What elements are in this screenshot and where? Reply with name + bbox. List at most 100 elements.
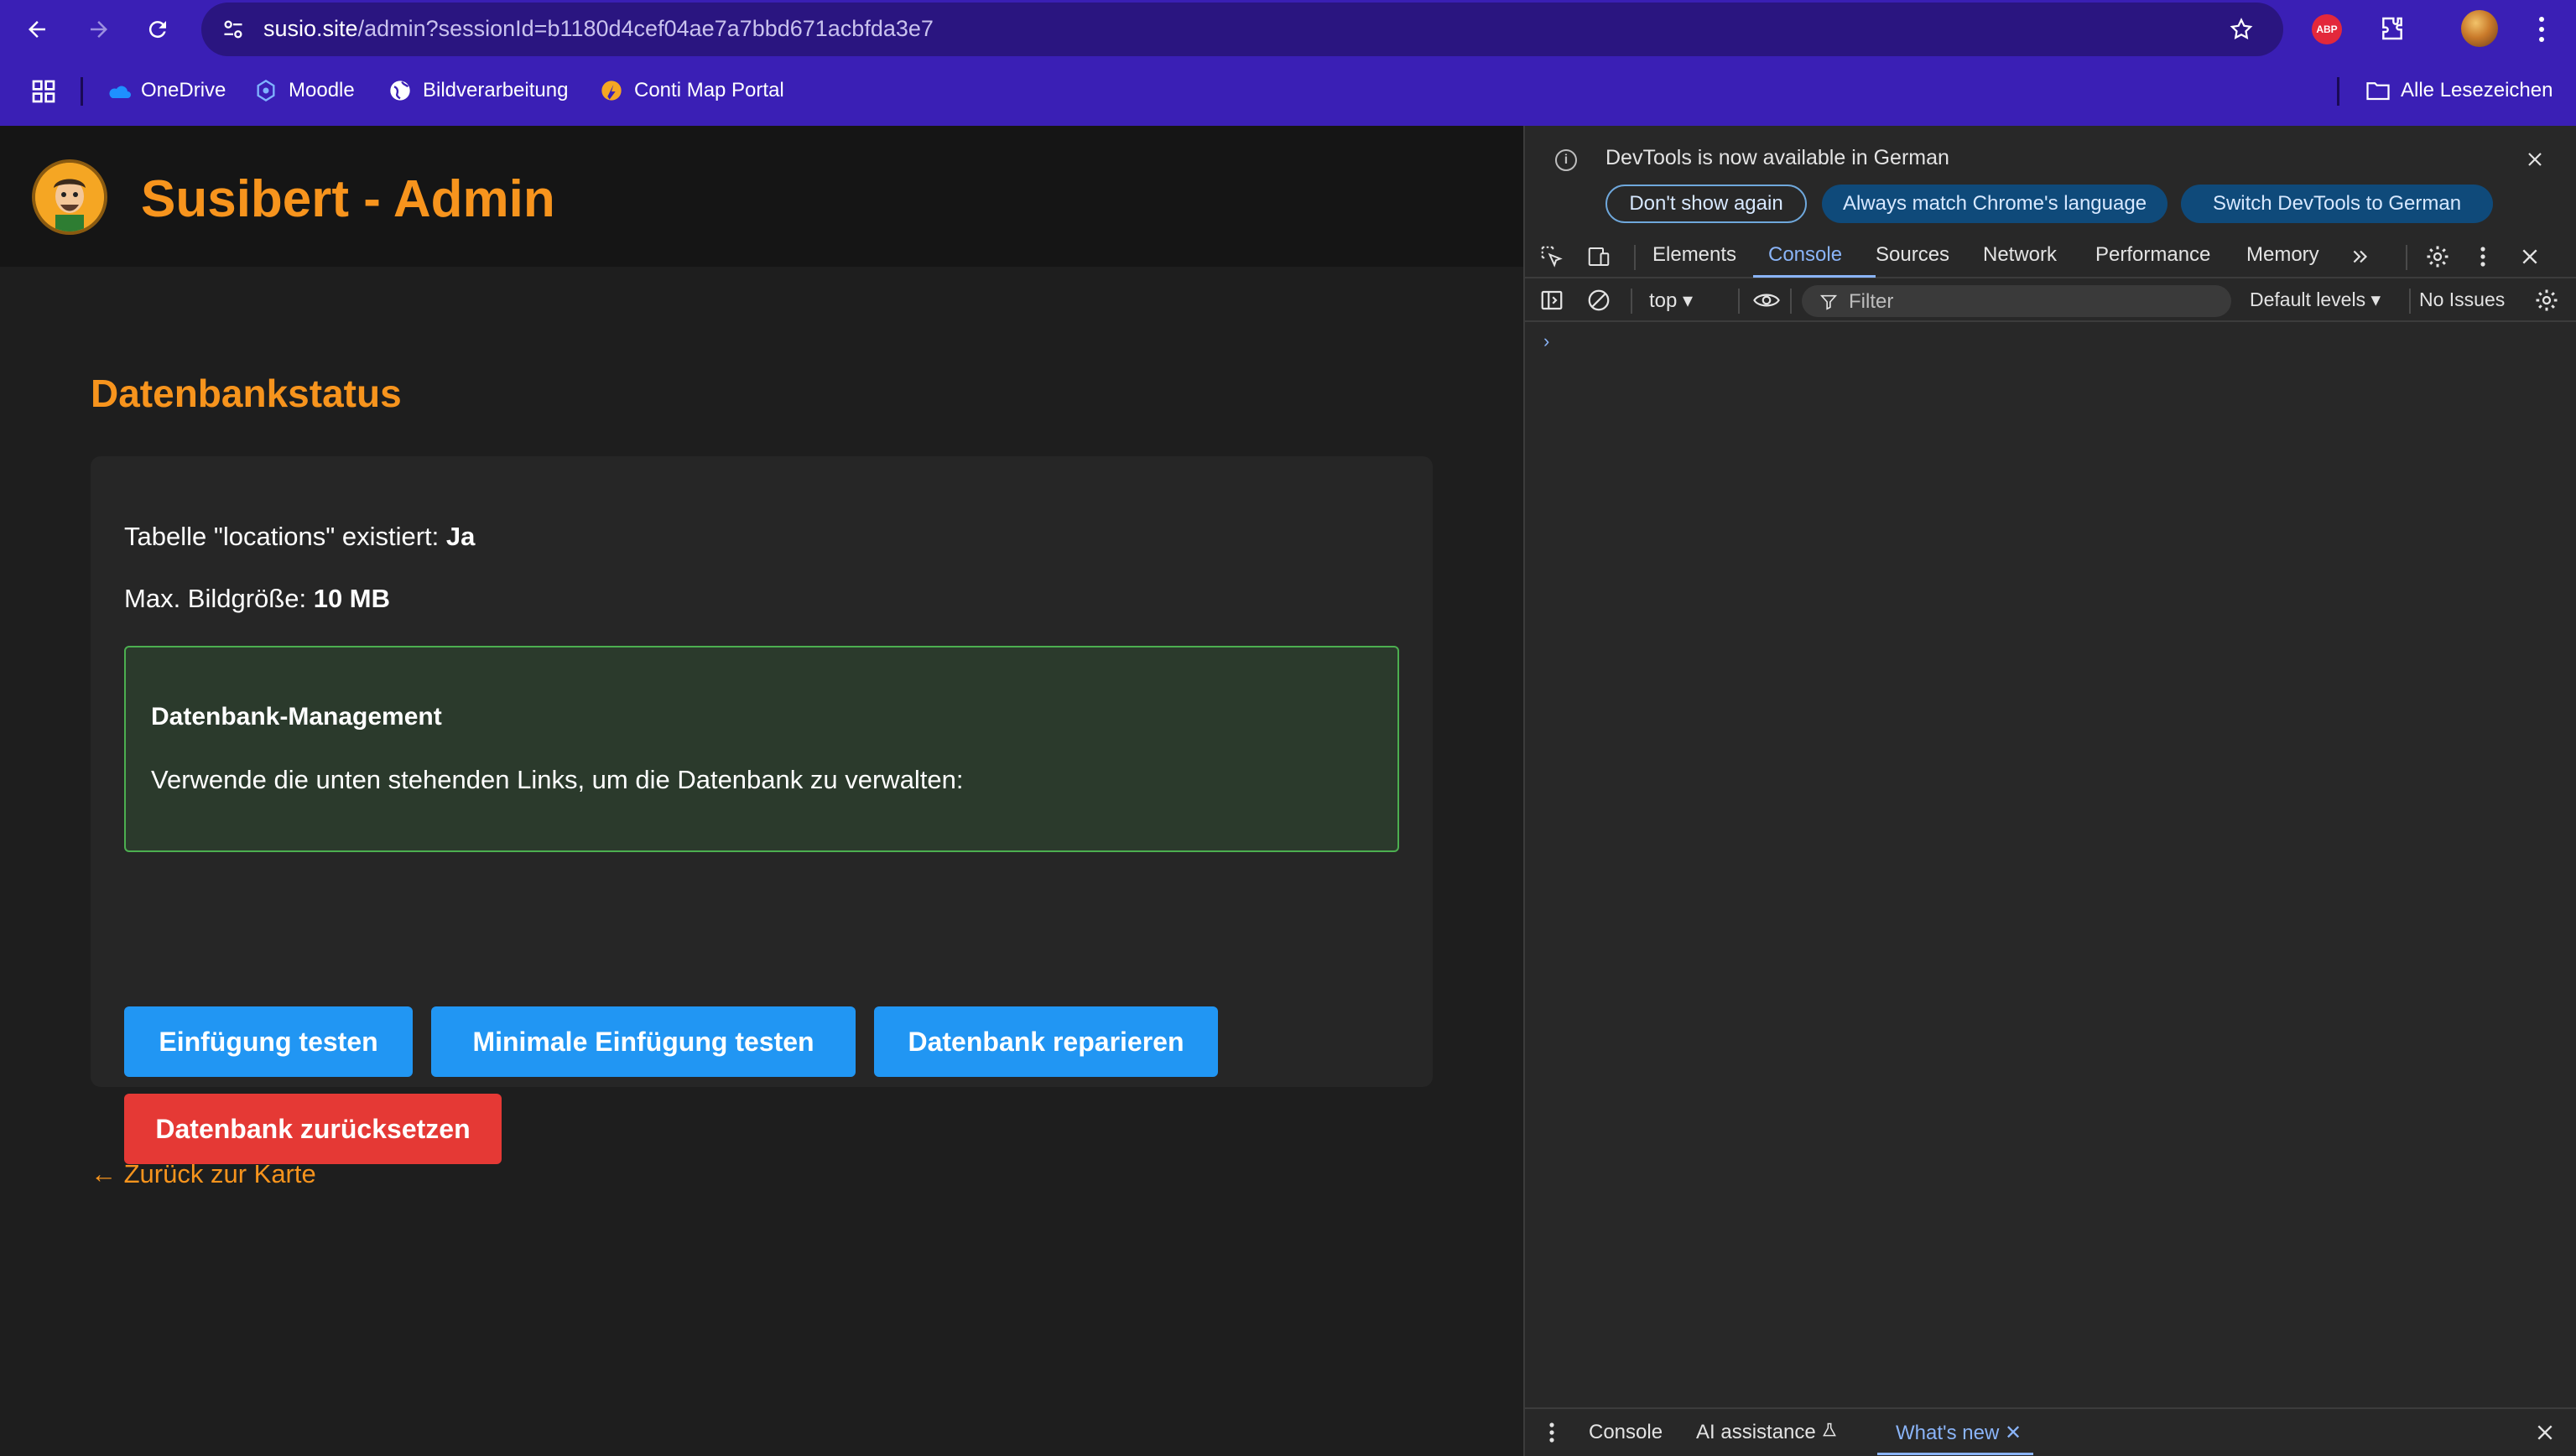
- tab-performance[interactable]: Performance: [2095, 243, 2210, 267]
- tab-network[interactable]: Network: [1983, 243, 2057, 267]
- url-host: susio.site: [263, 16, 358, 41]
- ai-assistance-label: AI assistance: [1696, 1421, 1816, 1443]
- more-tabs-chevron-icon[interactable]: [2345, 242, 2376, 272]
- tab-elements[interactable]: Elements: [1652, 243, 1736, 267]
- bookmark-onedrive[interactable]: OneDrive: [106, 75, 226, 106]
- close-icon[interactable]: [2520, 144, 2550, 174]
- close-drawer-icon[interactable]: [2530, 1417, 2560, 1448]
- test-insert-button[interactable]: Einfügung testen: [124, 1006, 413, 1077]
- bookmark-conti-map-portal[interactable]: Conti Map Portal: [599, 75, 784, 106]
- toolbar-divider: [1634, 245, 1636, 270]
- match-language-button[interactable]: Always match Chrome's language: [1822, 185, 2167, 223]
- database-management-box: Datenbank-Management Verwende die unten …: [124, 646, 1399, 852]
- inspect-element-icon[interactable]: [1537, 242, 1567, 272]
- tab-console[interactable]: Console: [1768, 243, 1842, 267]
- dont-show-again-button[interactable]: Don't show again: [1605, 185, 1807, 223]
- bookmark-label: Bildverarbeitung: [423, 79, 569, 101]
- bookmark-label: Moodle: [289, 79, 355, 101]
- toolbar-divider: [2409, 289, 2411, 314]
- drawer-tab-console[interactable]: Console: [1589, 1421, 1663, 1444]
- devtools-drawer: Console AI assistance What's new ✕: [1525, 1407, 2576, 1456]
- back-arrow-icon[interactable]: [17, 9, 57, 49]
- devtools-panel: i DevTools is now available in German Do…: [1523, 126, 2576, 1456]
- adblock-extension-icon[interactable]: ABP: [2312, 14, 2342, 44]
- console-settings-gear-icon[interactable]: [2532, 285, 2562, 315]
- context-label: top: [1649, 289, 1678, 312]
- tab-memory[interactable]: Memory: [2246, 243, 2319, 267]
- infobar-message: DevTools is now available in German: [1605, 146, 1949, 169]
- table-exists-stat: Tabelle "locations" existiert: Ja: [124, 522, 475, 552]
- toolbar-divider: [1790, 289, 1792, 314]
- browser-menu-icon[interactable]: [2527, 9, 2557, 49]
- moodle-icon: [253, 78, 278, 103]
- context-selector[interactable]: top ▾: [1649, 289, 1693, 313]
- bookmarks-divider: [2337, 77, 2339, 106]
- live-expression-eye-icon[interactable]: [1751, 285, 1782, 315]
- extensions-puzzle-icon[interactable]: [2374, 10, 2411, 47]
- filter-funnel-icon: [1814, 287, 1844, 317]
- close-tab-icon[interactable]: ✕: [2005, 1422, 2022, 1444]
- toolbar-divider: [1738, 289, 1740, 314]
- devtools-menu-icon[interactable]: [2468, 242, 2498, 272]
- onedrive-icon: [106, 78, 131, 103]
- repair-database-button[interactable]: Datenbank reparieren: [874, 1006, 1218, 1077]
- console-toolbar: top ▾ Filter Default levels ▾ No Issues: [1525, 278, 2576, 322]
- bookmarks-divider: [81, 77, 83, 106]
- bookmark-bildverarbeitung[interactable]: Bildverarbeitung: [388, 75, 568, 106]
- site-title: Susibert - Admin: [141, 170, 555, 228]
- table-exists-label: Tabelle "locations" existiert:: [124, 522, 446, 551]
- conti-icon: [599, 78, 624, 103]
- database-status-card: Tabelle "locations" existiert: Ja Max. B…: [91, 456, 1433, 1164]
- toolbar-divider: [1631, 289, 1632, 314]
- toolbar-divider: [2406, 245, 2407, 270]
- settings-gear-icon[interactable]: [2422, 242, 2453, 272]
- address-bar[interactable]: susio.site/admin?sessionId=b1180d4cef04a…: [201, 3, 2283, 56]
- active-tab-indicator: [1753, 275, 1876, 278]
- forward-arrow-icon[interactable]: [79, 9, 119, 49]
- reset-database-button[interactable]: Datenbank zurücksetzen: [124, 1094, 502, 1164]
- site-logo: [32, 159, 107, 235]
- language-infobar: i DevTools is now available in German Do…: [1525, 126, 2576, 235]
- section-title: Datenbankstatus: [91, 372, 402, 415]
- log-levels-dropdown[interactable]: Default levels ▾: [2250, 289, 2381, 311]
- device-toolbar-icon[interactable]: [1584, 242, 1614, 272]
- minimal-insert-button[interactable]: Minimale Einfügung testen: [431, 1006, 856, 1077]
- back-to-map-link[interactable]: ← Zurück zur Karte: [91, 1159, 316, 1189]
- folder-icon: [2365, 78, 2391, 103]
- filter-placeholder: Filter: [1849, 290, 1894, 313]
- clear-console-icon[interactable]: [1584, 285, 1614, 315]
- globe-icon: [388, 78, 413, 103]
- active-drawer-tab-indicator: [1877, 1453, 2033, 1455]
- site-settings-icon[interactable]: [216, 13, 250, 46]
- browser-chrome: susio.site/admin?sessionId=b1180d4cef04a…: [0, 0, 2576, 126]
- url-path: /admin?sessionId=b1180d4cef04ae7a7bbd671…: [357, 16, 934, 41]
- all-bookmarks-label: Alle Lesezeichen: [2401, 79, 2553, 101]
- table-exists-value: Ja: [445, 522, 476, 551]
- reload-icon[interactable]: [138, 9, 178, 49]
- browser-toolbar: susio.site/admin?sessionId=b1180d4cef04a…: [0, 0, 2576, 59]
- devtools-tabbar: Elements Console Sources Network Perform…: [1525, 235, 2576, 278]
- max-image-size-stat: Max. Bildgröße: 10 MB: [124, 584, 390, 614]
- close-devtools-icon[interactable]: [2515, 242, 2545, 272]
- url-text[interactable]: susio.site/admin?sessionId=b1180d4cef04a…: [263, 16, 934, 42]
- sidebar-toggle-icon[interactable]: [1537, 285, 1567, 315]
- log-levels-label: Default levels: [2250, 289, 2366, 310]
- switch-german-button[interactable]: Switch DevTools to German: [2181, 185, 2493, 223]
- max-image-size-label: Max. Bildgröße:: [124, 584, 314, 613]
- console-filter-input[interactable]: Filter: [1802, 285, 2231, 317]
- whats-new-label: What's new: [1896, 1422, 2000, 1444]
- drawer-tab-whats-new[interactable]: What's new ✕: [1896, 1421, 2022, 1445]
- apps-grid-icon[interactable]: [30, 78, 57, 105]
- tab-sources[interactable]: Sources: [1876, 243, 1949, 267]
- drawer-menu-icon[interactable]: [1537, 1417, 1567, 1448]
- bookmark-star-icon[interactable]: [2223, 11, 2260, 48]
- site-header: Susibert - Admin: [0, 126, 1523, 267]
- drawer-tab-ai-assistance[interactable]: AI assistance: [1696, 1421, 1838, 1444]
- bookmark-label: OneDrive: [141, 79, 226, 101]
- all-bookmarks[interactable]: Alle Lesezeichen: [2365, 75, 2553, 106]
- profile-avatar[interactable]: [2461, 10, 2498, 47]
- issues-counter[interactable]: No Issues: [2419, 289, 2505, 311]
- info-icon: i: [1555, 149, 1577, 171]
- console-prompt[interactable]: ›: [1543, 330, 1549, 352]
- bookmark-moodle[interactable]: Moodle: [253, 75, 355, 106]
